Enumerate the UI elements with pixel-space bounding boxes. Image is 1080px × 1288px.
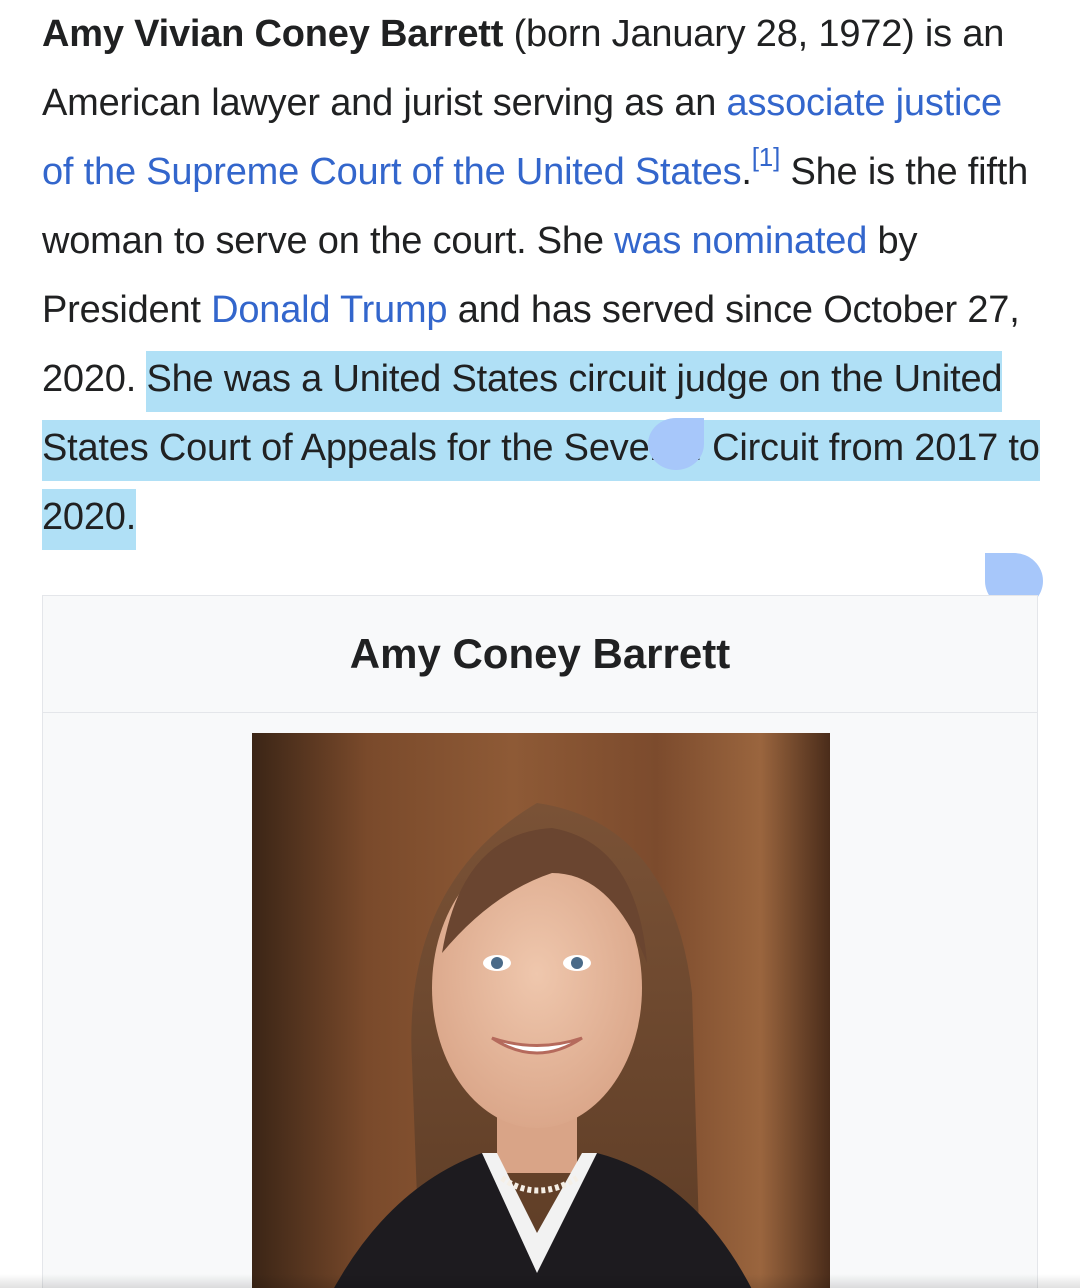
article-body: Amy Vivian Coney Barrett (born January 2… — [42, 0, 1042, 552]
donald-trump-link[interactable]: Donald Trump — [211, 289, 447, 331]
subject-name: Amy Vivian Coney Barrett — [42, 13, 504, 55]
infobox-title: Amy Coney Barrett — [43, 596, 1037, 713]
was-nominated-link[interactable]: was nominated — [614, 220, 867, 262]
selection-start-handle[interactable] — [648, 418, 704, 470]
reference-1-link[interactable]: [1] — [752, 142, 781, 172]
bottom-shadow — [0, 1274, 1080, 1288]
lead-text: . — [741, 151, 752, 193]
infobox: Amy Coney Barrett — [42, 595, 1038, 1288]
portrait-image[interactable] — [252, 733, 830, 1288]
lead-paragraph[interactable]: Amy Vivian Coney Barrett (born January 2… — [42, 0, 1042, 552]
selected-text[interactable]: She was a United States circuit judge on… — [42, 351, 1040, 550]
portrait-illustration — [252, 733, 830, 1288]
